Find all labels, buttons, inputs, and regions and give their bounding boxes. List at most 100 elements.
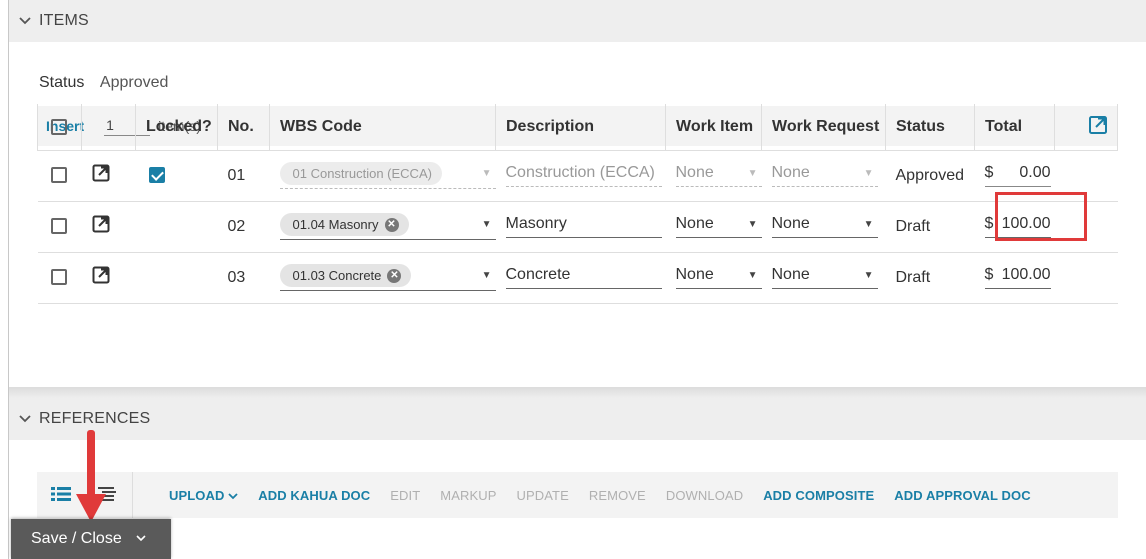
row-checkbox[interactable] [50, 269, 67, 286]
dropdown-arrow-icon[interactable]: ▼ [864, 219, 878, 230]
table-row: 01 01 Construction (ECCA) ▼ Construction… [37, 150, 1118, 202]
row-spacer [1054, 252, 1118, 304]
row-number: 02 [217, 201, 270, 253]
total-input[interactable]: $0.00 [984, 164, 1051, 187]
col-locked[interactable]: Locked? [135, 104, 218, 151]
upload-label: UPLOAD [169, 487, 225, 503]
wbs-cell: 01.04 Masonry ✕ ▼ [269, 201, 496, 253]
save-close-button[interactable]: Save / Close [11, 519, 171, 559]
row-edit-cell [81, 201, 136, 253]
row-checkbox[interactable] [50, 218, 67, 235]
table-header-row: Locked? No. WBS Code Description Work It… [37, 104, 1118, 151]
edit-column-header [81, 104, 136, 151]
add-kahua-doc-button[interactable]: ADD KAHUA DOC [258, 488, 370, 503]
chevron-down-icon [19, 14, 31, 28]
select-all-checkbox[interactable] [51, 118, 67, 135]
total-input[interactable]: $100.00 [984, 266, 1051, 289]
dropdown-arrow-icon[interactable]: ▼ [864, 270, 878, 281]
dropdown-arrow-icon[interactable]: ▼ [482, 270, 496, 281]
chevron-down-icon[interactable] [136, 533, 146, 545]
list-view-icon[interactable] [50, 486, 71, 505]
wbs-code-select[interactable]: 01.03 Concrete ✕ ▼ [279, 264, 496, 291]
update-button[interactable]: UPDATE [517, 488, 569, 503]
wbs-chip: 01.03 Concrete ✕ [279, 264, 412, 287]
work-item-value: None [675, 164, 714, 181]
form-frame: ITEMS Status Approved Insert 1 item(s) L… [8, 0, 1146, 559]
status-value: Approved [99, 74, 169, 91]
row-select-cell [37, 150, 82, 202]
work-item-select[interactable]: None ▼ [675, 215, 762, 238]
add-composite-button[interactable]: ADD COMPOSITE [763, 488, 874, 503]
col-total[interactable]: Total [974, 104, 1055, 151]
dropdown-arrow-icon[interactable]: ▼ [482, 168, 496, 179]
description-cell: Concrete [495, 252, 666, 304]
open-record-icon[interactable] [92, 215, 110, 237]
dropdown-arrow-icon[interactable]: ▼ [748, 168, 762, 179]
locked-cell [135, 252, 218, 304]
wbs-chip: 01 Construction (ECCA) [279, 162, 442, 185]
remove-button[interactable]: REMOVE [589, 488, 646, 503]
work-item-select[interactable]: None ▼ [675, 164, 762, 187]
col-wbs-code[interactable]: WBS Code [269, 104, 496, 151]
work-request-select[interactable]: None ▼ [771, 164, 878, 187]
col-work-request[interactable]: Work Request [761, 104, 886, 151]
work-request-value: None [771, 266, 810, 283]
col-no[interactable]: No. [217, 104, 270, 151]
col-status[interactable]: Status [885, 104, 975, 151]
dropdown-arrow-icon[interactable]: ▼ [748, 270, 762, 281]
chip-remove-icon[interactable]: ✕ [387, 268, 402, 283]
total-highlight-annotation [995, 192, 1087, 241]
chip-remove-icon[interactable]: ✕ [384, 217, 399, 232]
edit-button[interactable]: EDIT [390, 488, 420, 503]
work-request-cell: None ▼ [761, 150, 886, 202]
wbs-chip-label: 01.04 Masonry [292, 217, 379, 232]
col-description[interactable]: Description [495, 104, 666, 151]
markup-button[interactable]: MARKUP [440, 488, 496, 503]
wbs-code-select[interactable]: 01 Construction (ECCA) ▼ [279, 162, 496, 189]
total-value: 0.00 [1019, 164, 1051, 181]
references-section-header[interactable]: REFERENCES [9, 398, 1146, 440]
work-request-select[interactable]: None ▼ [771, 266, 878, 289]
work-item-value: None [675, 215, 714, 232]
wbs-chip-label: 01.03 Concrete [292, 268, 382, 283]
description-input[interactable]: Construction (ECCA) [505, 164, 662, 187]
work-item-value: None [675, 266, 714, 283]
description-input[interactable]: Concrete [505, 266, 662, 289]
work-item-select[interactable]: None ▼ [675, 266, 762, 289]
work-request-select[interactable]: None ▼ [771, 215, 878, 238]
locked-checkbox[interactable] [148, 167, 165, 184]
open-record-icon[interactable] [92, 266, 110, 288]
open-record-icon[interactable] [92, 164, 110, 186]
locked-cell [135, 150, 218, 202]
row-select-cell [37, 201, 82, 253]
work-request-value: None [771, 164, 810, 181]
wbs-cell: 01.03 Concrete ✕ ▼ [269, 252, 496, 304]
status-label: Status [39, 74, 85, 91]
chevron-down-icon [228, 492, 238, 499]
row-status: Draft [885, 252, 975, 304]
wbs-code-select[interactable]: 01.04 Masonry ✕ ▼ [279, 213, 496, 240]
items-section-title: ITEMS [39, 12, 89, 29]
row-status: Approved [885, 150, 975, 202]
work-request-cell: None ▼ [761, 201, 886, 253]
table-row: 02 01.04 Masonry ✕ ▼ Masonry None ▼ None ▼ … [37, 201, 1118, 253]
dropdown-arrow-icon[interactable]: ▼ [482, 219, 496, 230]
col-work-item[interactable]: Work Item [665, 104, 762, 151]
annotation-arrow-icon [76, 430, 106, 522]
row-checkbox[interactable] [50, 167, 67, 184]
dropdown-arrow-icon[interactable]: ▼ [748, 219, 762, 230]
dropdown-arrow-icon[interactable]: ▼ [864, 168, 878, 179]
currency-symbol: $ [984, 215, 994, 232]
description-input[interactable]: Masonry [505, 215, 662, 238]
items-section-header[interactable]: ITEMS [9, 0, 1146, 42]
total-cell: $100.00 [974, 252, 1055, 304]
row-number: 01 [217, 150, 270, 202]
select-all-cell [37, 104, 82, 151]
upload-button[interactable]: UPLOAD [169, 488, 238, 503]
row-edit-cell [81, 252, 136, 304]
add-approval-doc-button[interactable]: ADD APPROVAL DOC [894, 488, 1030, 503]
download-button[interactable]: DOWNLOAD [666, 488, 743, 503]
description-cell: Construction (ECCA) [495, 150, 666, 202]
description-cell: Masonry [495, 201, 666, 253]
items-table: Locked? No. WBS Code Description Work It… [37, 104, 1118, 304]
